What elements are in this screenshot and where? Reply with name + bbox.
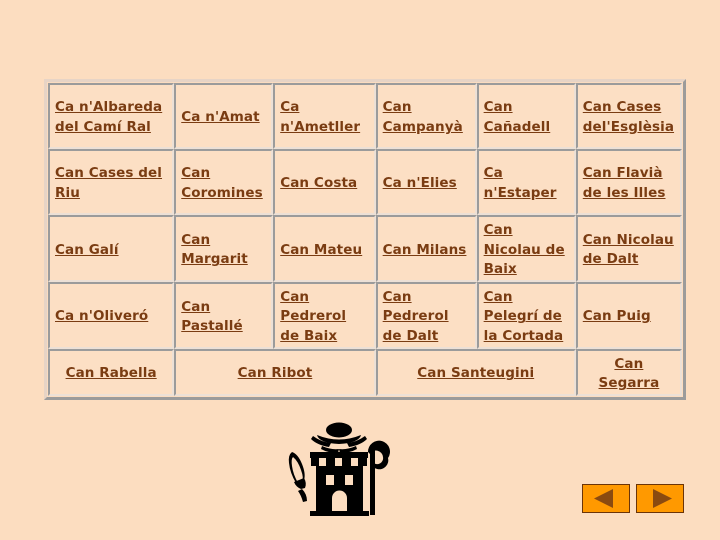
table-cell[interactable]: Ca n'Amat xyxy=(174,83,274,149)
link-ca-nolivero[interactable]: Ca n'Oliveró xyxy=(55,308,148,324)
link-can-pelegri-de-la-cortada[interactable]: Can Pelegrí de la Cortada xyxy=(484,289,564,344)
table-row: Can Galí Can Margarit Can Mateu Can Mila… xyxy=(48,215,682,282)
farmhouse-links-table: Ca n'Albareda del Camí Ral Ca n'Amat Ca … xyxy=(44,79,686,400)
table-row: Ca n'Oliveró Can Pastallé Can Pedrerol d… xyxy=(48,281,682,349)
table-cell[interactable]: Can Cases del'Esglèsia xyxy=(575,83,682,149)
link-can-rabella[interactable]: Can Rabella xyxy=(66,365,157,381)
link-ca-nelies[interactable]: Ca n'Elies xyxy=(383,175,457,191)
link-can-puig[interactable]: Can Puig xyxy=(583,308,651,324)
link-ca-nametller[interactable]: Ca n'Ametller xyxy=(280,99,360,135)
link-ca-nalbareda-del-cami-ral[interactable]: Ca n'Albareda del Camí Ral xyxy=(55,99,162,135)
table-cell[interactable]: Can Ribot xyxy=(174,348,376,396)
slide-navigation xyxy=(582,484,686,516)
table-row: Ca n'Albareda del Camí Ral Ca n'Amat Ca … xyxy=(48,83,682,149)
table-cell[interactable]: Can Milans xyxy=(375,215,477,282)
link-can-pastalle[interactable]: Can Pastallé xyxy=(181,299,242,335)
link-can-gali[interactable]: Can Galí xyxy=(55,242,119,258)
table-cell[interactable]: Can Pedrerol de Dalt xyxy=(375,281,477,349)
link-can-segarra[interactable]: Can Segarra xyxy=(599,356,660,392)
table-cell[interactable]: Can Cañadell xyxy=(476,83,576,149)
link-can-ribot[interactable]: Can Ribot xyxy=(238,365,313,381)
link-can-mateu[interactable]: Can Mateu xyxy=(280,242,362,258)
link-can-nicolau-de-dalt[interactable]: Can Nicolau de Dalt xyxy=(583,232,674,268)
table-cell[interactable]: Can Mateu xyxy=(273,215,376,282)
link-can-cases-de-lesglesia[interactable]: Can Cases del'Esglèsia xyxy=(583,99,674,135)
links-table-body: Ca n'Albareda del Camí Ral Ca n'Amat Ca … xyxy=(48,83,682,396)
link-can-cases-del-riu[interactable]: Can Cases del Riu xyxy=(55,165,162,201)
previous-slide-button[interactable] xyxy=(582,484,630,513)
table-row: Can Cases del Riu Can Coromines Can Cost… xyxy=(48,149,682,215)
table-cell[interactable]: Can Costa xyxy=(273,149,376,215)
link-can-pedrerol-de-dalt[interactable]: Can Pedrerol de Dalt xyxy=(383,289,449,344)
table-cell[interactable]: Can Santeugini xyxy=(375,348,576,396)
link-can-campanya[interactable]: Can Campanyà xyxy=(383,99,463,135)
table-cell[interactable]: Ca n'Oliveró xyxy=(48,281,175,349)
table-cell[interactable]: Can Flavià de les Illes xyxy=(575,149,682,215)
link-can-santeugini[interactable]: Can Santeugini xyxy=(417,365,534,381)
table-cell[interactable]: Can Rabella xyxy=(48,348,175,396)
table-cell[interactable]: Can Margarit xyxy=(174,215,274,282)
table-cell[interactable]: Can Pastallé xyxy=(174,281,274,349)
table-cell[interactable]: Ca n'Ametller xyxy=(273,83,376,149)
table-cell[interactable]: Can Coromines xyxy=(174,149,274,215)
link-can-canadell[interactable]: Can Cañadell xyxy=(484,99,551,135)
link-can-pedrerol-de-baix[interactable]: Can Pedrerol de Baix xyxy=(280,289,346,344)
link-can-milans[interactable]: Can Milans xyxy=(383,242,467,258)
emblem-graphic xyxy=(288,422,390,516)
table-cell[interactable]: Can Nicolau de Dalt xyxy=(575,215,682,282)
link-can-flavia-de-les-illes[interactable]: Can Flavià de les Illes xyxy=(583,165,666,201)
table-cell[interactable]: Ca n'Estaper xyxy=(476,149,576,215)
slide-canvas: Ca n'Albareda del Camí Ral Ca n'Amat Ca … xyxy=(0,0,720,540)
triangle-left-icon xyxy=(594,489,613,508)
table-cell[interactable]: Ca n'Albareda del Camí Ral xyxy=(48,83,175,149)
link-ca-nestaper[interactable]: Ca n'Estaper xyxy=(484,165,557,201)
next-slide-button[interactable] xyxy=(636,484,684,513)
table-cell[interactable]: Can Pelegrí de la Cortada xyxy=(476,281,576,349)
table-cell[interactable]: Can Campanyà xyxy=(375,83,477,149)
link-can-margarit[interactable]: Can Margarit xyxy=(181,232,248,268)
table-cell[interactable]: Ca n'Elies xyxy=(375,149,477,215)
table-cell[interactable]: Can Segarra xyxy=(575,348,682,396)
table-cell[interactable]: Can Nicolau de Baix xyxy=(476,215,576,282)
table-cell[interactable]: Can Galí xyxy=(48,215,175,282)
link-can-nicolau-de-baix[interactable]: Can Nicolau de Baix xyxy=(484,222,565,277)
table-cell[interactable]: Can Puig xyxy=(575,281,682,349)
link-ca-namat[interactable]: Ca n'Amat xyxy=(181,109,259,125)
table-cell[interactable]: Can Pedrerol de Baix xyxy=(273,281,376,349)
table-row: Can Rabella Can Ribot Can Santeugini Can… xyxy=(48,348,682,396)
triangle-right-icon xyxy=(653,489,672,508)
link-can-costa[interactable]: Can Costa xyxy=(280,175,357,191)
link-can-coromines[interactable]: Can Coromines xyxy=(181,165,263,201)
table-cell[interactable]: Can Cases del Riu xyxy=(48,149,175,215)
tower-hat-crook-emblem xyxy=(280,412,400,522)
